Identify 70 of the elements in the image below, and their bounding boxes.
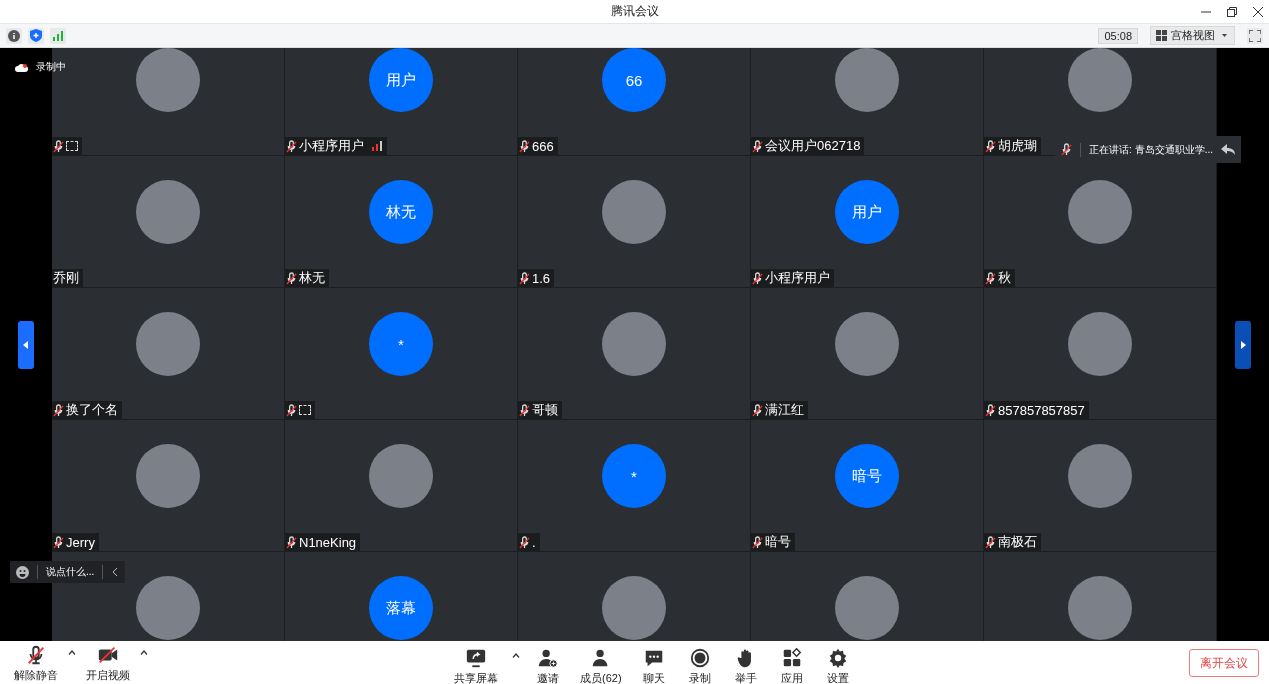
participant-name: 换了个名 [66,401,118,419]
muted-microphone-icon [1061,143,1073,156]
chat-input-bar[interactable]: 说点什么... [10,561,126,583]
participant-name: 小程序用户 [765,269,830,287]
unknown-glyph-icon [66,141,78,151]
avatar-initials: * [369,312,433,376]
toolbar-button[interactable]: 应用 [773,647,810,684]
signal-icon[interactable] [50,27,66,44]
caret-icon [1219,32,1229,39]
toolbar-button[interactable]: 举手 [727,647,764,684]
window-title: 腾讯会议 [610,3,659,20]
participant-name: 秋 [998,269,1011,287]
toolbar-button[interactable]: 成员(62) [576,647,626,684]
next-page-button[interactable] [1235,320,1251,369]
unknown-glyph-icon [299,405,311,415]
info-icon[interactable] [6,27,22,44]
caret-icon[interactable] [140,649,148,655]
toolbar-button[interactable]: 设置 [819,647,856,684]
participant-name: 哥顿 [532,401,558,419]
caret-icon[interactable] [68,649,76,655]
toolbar-button[interactable]: 解除静音 [10,643,62,683]
avatar-initials: 用户 [835,180,899,244]
toolbar-button[interactable]: 共享屏幕 [450,647,502,684]
meeting-timer: 05:08 [1098,27,1138,44]
shield-icon[interactable] [28,27,44,44]
chat-placeholder: 说点什么... [46,565,95,579]
fullscreen-icon[interactable] [1247,27,1263,44]
caret-icon[interactable] [512,653,520,658]
back-arrow-icon[interactable] [1221,143,1235,156]
left-triangle-icon [23,340,29,349]
avatar-initials: 用户 [369,48,433,112]
participant-name: 666 [532,138,554,154]
emoji-icon[interactable] [16,565,29,579]
participant-name: 1.6 [532,270,551,286]
participant-name: Jerry [66,534,95,550]
previous-page-button[interactable] [18,320,34,369]
avatar-initials: 66 [602,48,666,112]
participant-name: . [532,534,536,550]
collapse-icon[interactable] [111,567,120,577]
leave-meeting-button[interactable]: 离开会议 [1189,649,1259,677]
muted-microphone-icon [25,643,47,666]
participant-name: 林无 [299,269,325,287]
screen-share-icon [465,647,487,669]
grid-icon [1156,30,1167,41]
toolbar-button[interactable]: 开启视频 [82,643,134,683]
participant-name: 满江红 [765,401,804,419]
view-dropdown[interactable]: 宫格视图 [1150,26,1235,45]
cloud-icon [15,62,28,72]
add-person-icon [537,647,559,669]
avatar-initials: 林无 [369,180,433,244]
recording-status: 录制中 [36,60,66,74]
participant-name: 小程序用户 [299,137,364,155]
toolbar-button[interactable]: 录制 [681,647,718,684]
close-icon[interactable] [1253,7,1263,17]
participant-name: N1neKing [299,534,357,550]
toolbar-button[interactable]: 聊天 [635,647,672,684]
avatar-initials: * [602,444,666,508]
participant-name: 857857857857 [998,402,1085,418]
participant-name: 乔刚 [53,269,79,287]
avatar-initials: 落幕 [369,576,433,640]
record-icon [688,647,711,669]
right-triangle-icon [1240,340,1246,349]
avatar-initials: 暗号 [835,444,899,508]
toolbar-button[interactable]: 邀请 [530,647,566,684]
participant-name: 暗号 [765,533,791,551]
participant-name: 会议用户062718 [765,137,861,155]
speaking-text: 正在讲话: 青岛交通职业学... [1089,142,1213,157]
participant-name: 南极石 [998,533,1037,551]
restore-icon[interactable] [1227,7,1237,17]
participant-name: 胡虎瑚 [998,137,1037,155]
